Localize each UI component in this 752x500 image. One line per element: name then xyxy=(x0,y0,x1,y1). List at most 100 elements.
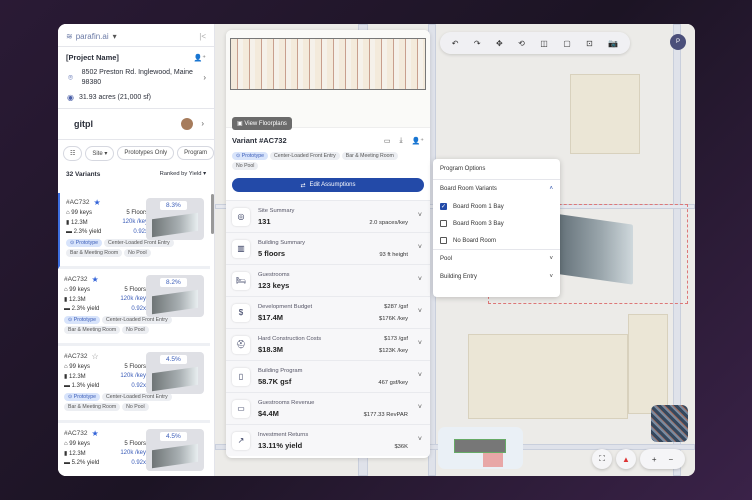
option-checkbox[interactable]: Board Room 3 Bay xyxy=(433,215,560,232)
yield-badge: 4.5% xyxy=(160,432,187,441)
building-entry-group[interactable]: Building Entry ˅ xyxy=(433,268,560,286)
chevron-down-icon: ˅ xyxy=(417,404,422,411)
star-icon[interactable]: ★ xyxy=(92,429,99,438)
section-icon: ▯ xyxy=(232,367,250,386)
star-icon[interactable]: ★ xyxy=(94,198,101,207)
zoom-in-button[interactable]: + xyxy=(652,455,657,464)
variant-card[interactable]: #AC732 ☆ ⌂ 99 keys 5 Floors ▮ 12.3M 120k /k… xyxy=(58,347,210,423)
brand-menu[interactable]: ≋ parafin.ai ▾ xyxy=(66,32,117,41)
camera-icon[interactable]: 📷 xyxy=(608,39,618,48)
download-icon[interactable]: ⤓ xyxy=(399,137,402,145)
sliders-icon: ⇄ xyxy=(300,182,306,189)
chevron-up-icon: ˄ xyxy=(549,186,553,192)
variant-card[interactable]: #AC732 ★ ⌂ 99 keys 5 Floors ▮ 12.3M 120k /k… xyxy=(58,193,210,269)
project-info: [Project Name] 👤⁺ ⌾ 8502 Preston Rd. Ingle… xyxy=(58,47,214,108)
yield-badge: 8.2% xyxy=(160,278,187,287)
tag-prototype: ⊙ Prototype xyxy=(232,152,269,160)
section-building-summary[interactable]: ▥ Building Summary 5 floors 93 ft height … xyxy=(226,232,430,264)
undo-icon[interactable]: ↶ xyxy=(452,39,459,48)
move-icon[interactable]: ✥ xyxy=(496,39,503,48)
zoom-controls: + − xyxy=(640,449,685,469)
section-guestrooms[interactable]: 🛏 Guestrooms 123 keys ˅ xyxy=(226,264,430,296)
chevron-down-icon: ˅ xyxy=(417,340,422,347)
checkbox[interactable] xyxy=(440,220,447,227)
team-logo: gitpl xyxy=(74,118,93,129)
variant-id: #AC732 xyxy=(64,276,88,283)
yield-icon: ▬ xyxy=(64,383,70,389)
tag: ⊙ Prototype xyxy=(64,393,101,401)
filter-site[interactable]: Site ▾ xyxy=(85,145,115,161)
star-icon[interactable]: ☆ xyxy=(92,352,99,361)
user-avatar[interactable]: P xyxy=(670,34,686,50)
tag: Center-Loaded Front Entry xyxy=(104,239,174,247)
team-row[interactable]: gitpl › xyxy=(58,109,214,139)
tag: Center-Loaded Front Entry xyxy=(270,152,340,160)
satellite-view-toggle[interactable] xyxy=(651,405,688,442)
edit-assumptions-button[interactable]: ⇄ Edit Assumptions xyxy=(232,178,424,192)
tag: Bar & Meeting Room xyxy=(341,152,398,160)
checkbox[interactable]: ✓ xyxy=(440,203,447,210)
tag: No Pool xyxy=(122,326,149,334)
view-floorplans-button[interactable]: ▣ View Floorplans xyxy=(232,117,292,130)
scrollbar[interactable] xyxy=(211,194,214,234)
filter-settings-button[interactable]: ☷ xyxy=(63,145,83,161)
mirror-icon[interactable]: ◫ xyxy=(540,39,548,48)
minimap[interactable] xyxy=(438,427,523,469)
keys-icon: ⌂ xyxy=(64,364,68,370)
filter-bar: ☷ Site ▾ Prototypes Only Program xyxy=(58,140,214,167)
recenter-button[interactable]: ⛶ xyxy=(592,449,612,469)
budget-icon: ▮ xyxy=(64,451,68,457)
sort-dropdown[interactable]: Ranked by Yield ▾ xyxy=(160,171,206,177)
yield-badge: 8.3% xyxy=(160,201,187,210)
section-hard-construction-costs[interactable]: ⛑ Hard Construction Costs $18.3M $173 /gs… xyxy=(226,328,430,360)
chevron-down-icon: ˅ xyxy=(549,274,553,280)
chevron-right-icon: › xyxy=(203,73,206,83)
share-user-icon[interactable]: 👤⁺ xyxy=(412,137,424,145)
tag: No Pool xyxy=(122,403,149,411)
board-room-variants-group[interactable]: Board Room Variants ˄ xyxy=(433,180,560,198)
chevron-down-icon: ˅ xyxy=(417,212,422,219)
section-icon: 🛏 xyxy=(232,271,250,290)
collapse-sidebar-icon[interactable]: |< xyxy=(199,32,206,41)
address-row[interactable]: ⌾ 8502 Preston Rd. Inglewood, Maine 98380… xyxy=(66,68,206,88)
filter-program[interactable]: Program xyxy=(177,146,214,161)
redo-icon[interactable]: ↷ xyxy=(474,39,481,48)
section-site-summary[interactable]: ◎ Site Summary 131 2.0 spaces/key ˅ xyxy=(226,200,430,232)
variant-card[interactable]: #AC732 ★ ⌂ 99 keys 5 Floors ▮ 12.3M 120k /k… xyxy=(58,270,210,346)
folder-icon[interactable]: ▭ xyxy=(384,137,391,145)
chevron-down-icon: ˅ xyxy=(417,436,422,443)
pool-group[interactable]: Pool ˅ xyxy=(433,250,560,268)
resize-icon[interactable]: ▢ xyxy=(563,39,571,48)
popover-title: Program Options xyxy=(433,159,560,180)
filter-prototypes-only[interactable]: Prototypes Only xyxy=(117,146,175,161)
add-user-icon[interactable]: 👤⁺ xyxy=(194,54,206,62)
tag: Center-Loaded Front Entry xyxy=(102,393,172,401)
variant-id: #AC732 xyxy=(64,430,88,437)
section-building-program[interactable]: ▯ Building Program 58.7K gsf 467 gsf/key … xyxy=(226,360,430,392)
option-checkbox[interactable]: ✓ Board Room 1 Bay xyxy=(433,198,560,215)
variant-id: #AC732 xyxy=(64,353,88,360)
rotate-icon[interactable]: ⟲ xyxy=(518,39,525,48)
variant-detail-panel: ▣ View Floorplans Variant #AC732 ▭ ⤓ 👤⁺ ⊙ … xyxy=(226,30,430,458)
tag: Bar & Meeting Room xyxy=(66,249,123,257)
section-guestrooms-revenue[interactable]: ▭ Guestrooms Revenue $4.4M $177.33 RevPAR… xyxy=(226,392,430,424)
option-checkbox[interactable]: No Board Room xyxy=(433,232,560,249)
variants-header: 32 Variants Ranked by Yield ▾ xyxy=(58,167,214,182)
variant-card[interactable]: #AC732 ★ ⌂ 99 keys 5 Floors ▮ 12.3M 120k /k… xyxy=(58,424,210,476)
section-investment-returns[interactable]: ↗ Investment Returns 13.11% yield $36K ˅ xyxy=(226,424,430,456)
section-icon: ↗ xyxy=(232,431,250,450)
floorplan-image xyxy=(230,38,426,90)
zoom-out-button[interactable]: − xyxy=(669,455,674,464)
checkbox[interactable] xyxy=(440,237,447,244)
tag: ⊙ Prototype xyxy=(64,316,101,324)
sidebar: ≋ parafin.ai ▾ |< [Project Name] 👤⁺ ⌾ 8502 P… xyxy=(58,24,215,476)
section-development-budget[interactable]: $ Development Budget $17.4M $287 /gsf $17… xyxy=(226,296,430,328)
variant-thumbnail: 8.3% xyxy=(146,198,204,240)
project-name[interactable]: [Project Name] xyxy=(66,53,119,62)
location-pin-icon: ⌾ xyxy=(68,72,73,82)
star-icon[interactable]: ★ xyxy=(92,275,99,284)
variant-tags: ⊙ Prototype Center-Loaded Front Entry Ba… xyxy=(226,149,430,173)
compass-button[interactable]: ▲ xyxy=(616,449,636,469)
focus-icon[interactable]: ⊡ xyxy=(586,39,593,48)
variant-thumbnail: 4.5% xyxy=(146,352,204,394)
